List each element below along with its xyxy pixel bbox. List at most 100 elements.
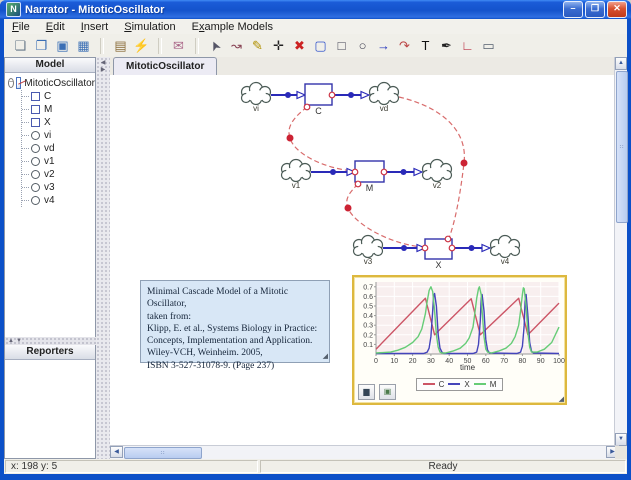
chart-resize-grip[interactable]: ◢ <box>559 395 564 403</box>
bar-chart-button[interactable]: ▆ <box>358 384 375 400</box>
tree-root-mitoticoscillator[interactable]: − MitoticOscillator <box>8 76 95 90</box>
y-tick-label: 0.6 <box>363 294 373 301</box>
arrow-icon: → <box>377 38 390 53</box>
y-tick-label: 0.1 <box>363 342 373 349</box>
tree-item-v3[interactable]: v3 <box>22 181 95 194</box>
tree-item-vd[interactable]: vd <box>22 142 95 155</box>
tree-item-v1[interactable]: v1 <box>22 155 95 168</box>
arrow-button[interactable]: → <box>373 36 394 56</box>
tree-item-label: M <box>44 104 53 115</box>
panel-splitter-vertical[interactable]: ◀ ▶ <box>96 57 110 459</box>
tree-item-x[interactable]: X <box>22 116 95 129</box>
minimize-button[interactable]: – <box>563 1 583 18</box>
reaction-icon <box>31 131 40 140</box>
scroll-left-button[interactable]: ◀ <box>110 446 123 458</box>
chart-toolbar: ▆ ▣ <box>358 384 396 400</box>
move-button[interactable]: ✛ <box>268 36 289 56</box>
new-icon: ❏ <box>14 37 27 53</box>
horizontal-scroll-thumb[interactable]: ∷ <box>124 447 202 459</box>
tree-item-v4[interactable]: v4 <box>22 194 95 207</box>
tree-connector <box>22 174 29 175</box>
cloud-label: v2 <box>433 181 442 190</box>
app-icon: N <box>6 2 21 17</box>
menu-example-models[interactable]: Example Models <box>184 20 281 34</box>
menu-file[interactable]: File <box>4 20 38 34</box>
model-icon <box>16 77 22 89</box>
regulator-dot <box>286 134 294 142</box>
comment-button[interactable]: ✉ <box>168 36 189 56</box>
close-button[interactable]: ✕ <box>607 1 627 18</box>
save-as-button[interactable]: ▦ <box>73 36 94 56</box>
tree-toggle-icon[interactable]: − <box>8 78 15 88</box>
model-panel-header: Model <box>5 58 95 73</box>
regulator-dot <box>460 159 468 167</box>
tree-item-vi[interactable]: vi <box>22 129 95 142</box>
title-bar[interactable]: N Narrator - MitoticOscillator – ❐ ✕ <box>0 0 631 19</box>
x-tick-label: 0 <box>374 358 378 365</box>
export-image-button[interactable]: ▤ <box>110 36 131 56</box>
horizontal-scrollbar[interactable]: ◀ ∷ ▶ <box>110 445 619 459</box>
ellipse-button[interactable]: ○ <box>352 36 373 56</box>
arc-button[interactable]: ↷ <box>394 36 415 56</box>
move-icon: ✛ <box>273 37 284 53</box>
pencil-button[interactable]: ✎ <box>247 36 268 56</box>
rectangle-button[interactable]: □ <box>331 36 352 56</box>
annotation-line: Concepts, Implementation and Application… <box>147 336 313 347</box>
open-button[interactable]: ❐ <box>31 36 52 56</box>
vertical-scrollbar[interactable]: ▲ ∷ ▼ <box>614 57 628 446</box>
menu-edit[interactable]: Edit <box>38 20 73 34</box>
cursor-coordinates: x: 198 y: 5 <box>5 460 258 473</box>
species-label: M <box>366 183 374 193</box>
arrowhead-icon <box>481 243 492 253</box>
text-button[interactable]: T <box>415 36 436 56</box>
textbox-icon: ▭ <box>482 37 495 53</box>
save-button[interactable]: ▣ <box>52 36 73 56</box>
annotation-note[interactable]: Minimal Cascade Model of a Mitotic Oscil… <box>140 280 330 371</box>
tab-mitoticoscillator[interactable]: MitoticOscillator <box>113 57 218 75</box>
tree-item-c[interactable]: C <box>22 90 95 103</box>
run-simulation-icon: ⚡ <box>133 37 150 53</box>
panel-splitter-horizontal[interactable]: ▲ ▼ <box>5 337 98 345</box>
x-tick-label: 70 <box>500 358 508 365</box>
reaction-icon <box>31 144 40 153</box>
toolbar-separator <box>100 37 104 54</box>
tree-item-label: C <box>44 91 52 102</box>
connection-button[interactable]: ↝ <box>226 36 247 56</box>
textbox-button[interactable]: ▭ <box>478 36 499 56</box>
reaction-icon <box>31 157 40 166</box>
toolbar-separator <box>158 37 162 54</box>
note-resize-grip[interactable]: ◢ <box>323 350 328 362</box>
species-node-button[interactable]: ▢ <box>310 36 331 56</box>
cloud-node-v2: v2 <box>421 158 453 190</box>
export-image-button[interactable]: ▣ <box>379 384 396 400</box>
run-simulation-button[interactable]: ⚡ <box>131 36 152 56</box>
splitter-up-icon[interactable]: ▲ <box>8 338 14 344</box>
select-button[interactable]: ➤ <box>205 36 226 56</box>
delete-button[interactable]: ✖ <box>289 36 310 56</box>
regulator-dot <box>344 204 352 212</box>
legend-swatch-M <box>473 383 486 385</box>
new-button[interactable]: ❏ <box>10 36 31 56</box>
maximize-button[interactable]: ❐ <box>585 1 605 18</box>
thumb-grip-icon: ∷ <box>160 450 166 457</box>
menu-insert[interactable]: Insert <box>73 20 117 34</box>
species-icon <box>31 105 40 114</box>
port-circle <box>328 91 336 99</box>
brush-button[interactable]: ✒ <box>436 36 457 56</box>
splitter-collapse-icon[interactable]: ◀ <box>96 59 110 66</box>
menu-simulation[interactable]: Simulation <box>116 20 183 34</box>
splitter-down-icon[interactable]: ▼ <box>16 338 22 344</box>
x-axis-label: time <box>460 363 476 371</box>
scroll-up-button[interactable]: ▲ <box>615 57 627 70</box>
scrollbar-corner <box>615 446 627 459</box>
chart-button[interactable]: ∟ <box>457 36 478 56</box>
chart-panel[interactable]: 0.1 0.2 0.3 0.4 0.5 0.6 0.7 0 10 20 30 40 50 60 70 80 90… <box>352 275 567 405</box>
splitter-expand-icon[interactable]: ▶ <box>96 66 110 73</box>
connection-icon: ↝ <box>231 37 242 53</box>
annotation-line: Wiley-VCH, Weinheim. 2005, <box>147 348 263 359</box>
diagram-canvas[interactable]: vi vd v1 v2 v3 v4 C M X Minimal Cascade Model of… <box>110 75 620 446</box>
arrowhead-icon <box>413 167 424 177</box>
tree-item-v2[interactable]: v2 <box>22 168 95 181</box>
tree-item-m[interactable]: M <box>22 103 95 116</box>
vertical-scroll-thumb[interactable]: ∷ <box>616 71 628 223</box>
